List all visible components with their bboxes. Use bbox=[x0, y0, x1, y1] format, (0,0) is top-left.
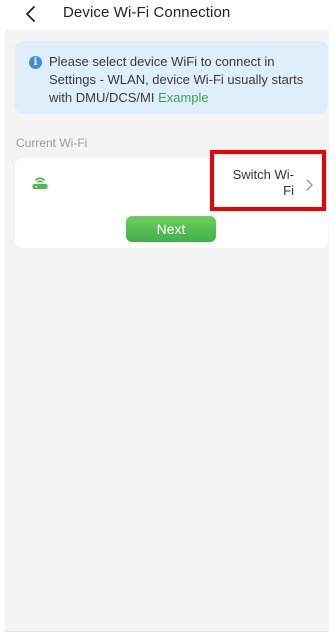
chevron-right-icon bbox=[304, 178, 314, 192]
switch-wifi-label: Switch Wi-Fi bbox=[232, 167, 294, 198]
chevron-left-icon[interactable] bbox=[23, 4, 41, 24]
info-notice: i Please select device WiFi to connect i… bbox=[15, 41, 328, 114]
page-title: Device Wi-Fi Connection bbox=[63, 4, 231, 21]
info-text: Please select device WiFi to connect in … bbox=[49, 53, 324, 107]
info-icon: i bbox=[29, 56, 42, 69]
switch-wifi-button[interactable]: Switch Wi-Fi bbox=[224, 166, 314, 204]
next-button[interactable]: Next bbox=[126, 216, 216, 242]
screen: Device Wi-Fi Connection i Please select … bbox=[5, 0, 329, 632]
header-bar: Device Wi-Fi Connection bbox=[5, 0, 329, 30]
current-wifi-label: Current Wi-Fi bbox=[16, 136, 88, 150]
router-icon bbox=[31, 175, 49, 191]
example-link[interactable]: Example bbox=[158, 90, 209, 105]
